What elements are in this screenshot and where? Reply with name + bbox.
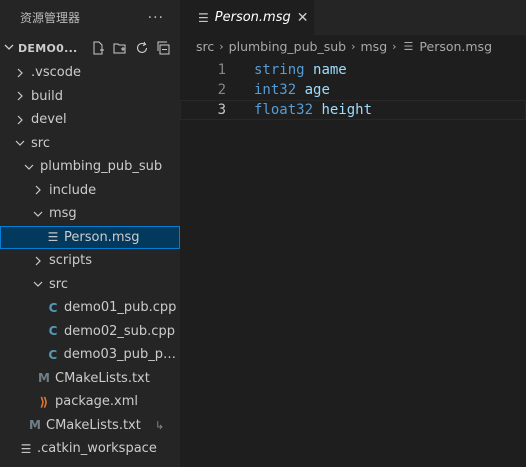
workspace-header[interactable]: DEMO0...: [0, 35, 180, 61]
tree-item-label: demo02_sub.cpp: [64, 323, 175, 339]
tree-item[interactable]: plumbing_pub_sub: [0, 155, 180, 179]
new-folder-icon[interactable]: [112, 40, 128, 56]
tree-item-label: demo03_pub_pe...: [63, 347, 180, 363]
text-file-icon: ☰: [47, 230, 59, 245]
tree-item[interactable]: .vscode: [0, 61, 180, 85]
cpp-file-icon: C: [48, 347, 58, 362]
tree-item[interactable]: devel: [0, 108, 180, 132]
chevron-down-icon: [4, 42, 16, 55]
code-line[interactable]: 2 int32 age: [180, 80, 526, 100]
tree-item-label: build: [31, 88, 63, 104]
chevron-down-icon: [22, 162, 36, 172]
breadcrumb-item-file[interactable]: Person.msg: [419, 39, 492, 54]
tree-item[interactable]: scripts: [0, 249, 180, 273]
code-editor[interactable]: 1 string name 2 int32 age 3 float32 heig…: [180, 60, 526, 120]
tree-item[interactable]: Cdemo02_sub.cpp: [0, 320, 180, 344]
tree-item-label: src: [49, 276, 68, 292]
explorer-title: 资源管理器: [20, 11, 81, 25]
chevron-right-icon: [31, 256, 45, 266]
chevron-right-icon: ›: [351, 39, 356, 53]
line-number: 1: [217, 62, 226, 78]
breadcrumb: src › plumbing_pub_sub › msg › ☰ Person.…: [180, 35, 526, 57]
tree-item[interactable]: src: [0, 273, 180, 297]
cpp-file-icon: C: [48, 300, 58, 315]
code-line-current[interactable]: 3 float32 height: [180, 100, 526, 120]
line-number: 2: [217, 82, 226, 98]
tree-item-label: scripts: [49, 253, 92, 269]
cmake-file-icon: M: [29, 418, 41, 433]
tree-item[interactable]: Cdemo01_pub.cpp: [0, 296, 180, 320]
tree-item-label: msg: [49, 206, 77, 222]
explorer-sidebar: 资源管理器 ··· DEMO0... .vscode build devel src p…: [0, 0, 180, 467]
field-name: height: [321, 102, 373, 118]
chevron-down-icon: [31, 209, 45, 219]
tree-item[interactable]: M CMakeLists.txt: [0, 367, 180, 391]
field-type: float32: [254, 102, 314, 118]
chevron-down-icon: [31, 279, 45, 289]
chevron-right-icon: [13, 68, 27, 78]
tab-bar: ☰ Person.msg ✕: [180, 0, 526, 35]
tree-item-label: include: [49, 182, 97, 198]
collapse-all-icon[interactable]: [156, 40, 172, 56]
tree-item-label: CMakeLists.txt: [55, 370, 150, 386]
breadcrumb-item-package[interactable]: plumbing_pub_sub: [229, 39, 346, 54]
field-name: name: [313, 62, 347, 78]
chevron-down-icon: [13, 138, 27, 148]
explorer-header: 资源管理器 ···: [0, 0, 180, 35]
field-type: string: [254, 62, 305, 78]
code-line[interactable]: 1 string name: [180, 60, 526, 80]
workspace-title: DEMO0...: [18, 41, 78, 55]
text-file-icon: ☰: [20, 441, 32, 456]
chevron-right-icon: ›: [392, 39, 397, 53]
close-icon[interactable]: ✕: [297, 10, 309, 26]
tree-item-label: CMakeLists.txt: [46, 417, 141, 433]
symlink-badge: ↳: [154, 418, 165, 432]
refresh-icon[interactable]: [134, 40, 150, 56]
tree-item[interactable]: ☰ Person.msg: [0, 225, 180, 249]
workspace-actions: [90, 40, 180, 56]
tree-item[interactable]: include: [0, 179, 180, 203]
tree-item-label: plumbing_pub_sub: [40, 159, 163, 175]
tab-person-msg[interactable]: ☰ Person.msg ✕: [180, 0, 314, 35]
rss-xml-icon: ⟫: [39, 394, 49, 409]
tree-item-label: .catkin_workspace: [37, 441, 157, 457]
chevron-right-icon: [13, 91, 27, 101]
tree-item[interactable]: src: [0, 132, 180, 156]
cpp-file-icon: C: [48, 324, 58, 339]
tree-item[interactable]: build: [0, 85, 180, 109]
breadcrumb-item-src[interactable]: src: [196, 39, 214, 54]
breadcrumb-item-msg[interactable]: msg: [361, 39, 388, 54]
tab-label: Person.msg: [214, 10, 291, 25]
tree-item-label: src: [31, 135, 50, 151]
text-file-icon: ☰: [403, 39, 414, 53]
new-file-icon[interactable]: [90, 40, 106, 56]
field-name: age: [304, 82, 330, 98]
tree-item[interactable]: ⟫ package.xml: [0, 390, 180, 414]
tree-item[interactable]: msg: [0, 202, 180, 226]
chevron-right-icon: [31, 185, 45, 195]
field-type: int32: [254, 82, 297, 98]
editor-area: ☰ Person.msg ✕ src › plumbing_pub_sub › …: [180, 0, 526, 467]
tree-item-label: package.xml: [55, 394, 138, 410]
tree-item-label: .vscode: [31, 65, 81, 81]
tree-item[interactable]: M CMakeLists.txt ↳: [0, 414, 180, 438]
tree-item-label: devel: [31, 112, 67, 128]
tree-item-label: Person.msg: [64, 229, 140, 245]
file-tree: .vscode build devel src plumbing_pub_subincl…: [0, 61, 180, 461]
tree-item[interactable]: ☰ .catkin_workspace: [0, 437, 180, 461]
line-number: 3: [217, 102, 226, 118]
tree-item-label: demo01_pub.cpp: [64, 300, 177, 316]
chevron-right-icon: ›: [219, 39, 224, 53]
cmake-file-icon: M: [38, 371, 50, 386]
chevron-right-icon: [13, 115, 27, 125]
more-actions-button[interactable]: ···: [148, 10, 164, 26]
tree-item[interactable]: Cdemo03_pub_pe...: [0, 343, 180, 367]
text-file-icon: ☰: [198, 10, 209, 25]
